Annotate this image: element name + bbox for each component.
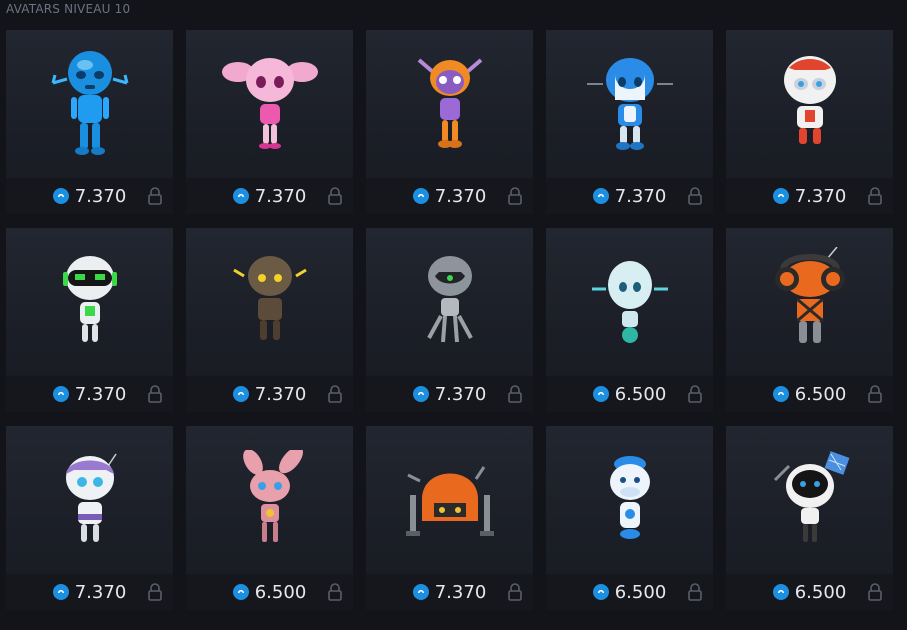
lock-icon [868, 583, 882, 601]
avatar-card[interactable]: 6.500 [546, 228, 713, 412]
price-bar: 7.370 [186, 178, 353, 214]
price-bar: 6.500 [726, 376, 893, 412]
lock-icon [328, 583, 342, 601]
coin-icon [592, 188, 609, 204]
coin-icon [412, 386, 429, 402]
avatar-pink-robot [186, 30, 353, 178]
avatar-card[interactable]: 7.370 [186, 228, 353, 412]
coin-icon [772, 188, 789, 204]
coin-icon [772, 386, 789, 402]
lock-icon [148, 385, 162, 403]
avatar-ice-robot [546, 228, 713, 376]
avatar-card[interactable]: 7.370 [726, 30, 893, 214]
coin-icon [52, 188, 69, 204]
price-bar: 7.370 [6, 178, 173, 214]
lock-icon [508, 385, 522, 403]
price-bar: 6.500 [726, 574, 893, 610]
price-bar: 7.370 [186, 376, 353, 412]
price-text: 6.500 [794, 383, 847, 405]
avatar-dj-headphone-robot [726, 228, 893, 376]
coin-icon [592, 386, 609, 402]
price-text: 7.370 [74, 185, 127, 207]
lock-icon [508, 583, 522, 601]
avatar-card[interactable]: 7.370 [6, 30, 173, 214]
price-text: 7.370 [434, 581, 487, 603]
avatar-blue-chrome-robot [6, 30, 173, 178]
avatar-purple-helmet-robot [6, 426, 173, 574]
lock-icon [868, 187, 882, 205]
price-bar: 7.370 [366, 376, 533, 412]
avatar-card[interactable]: 7.370 [6, 426, 173, 610]
avatar-orange-purple-robot [366, 30, 533, 178]
price-text: 7.370 [434, 185, 487, 207]
coin-icon [52, 584, 69, 600]
price-text: 6.500 [614, 581, 667, 603]
section-title: AVATARS NIVEAU 10 [6, 2, 131, 16]
avatar-red-white-robot [726, 30, 893, 178]
price-text: 7.370 [254, 185, 307, 207]
lock-icon [148, 187, 162, 205]
avatar-card[interactable]: 6.500 [726, 426, 893, 610]
price-text: 7.370 [74, 383, 127, 405]
avatar-silver-alien-robot [366, 228, 533, 376]
price-text: 7.370 [254, 383, 307, 405]
avatar-card[interactable]: 7.370 [546, 30, 713, 214]
avatar-card[interactable]: 6.500 [186, 426, 353, 610]
price-bar: 7.370 [6, 376, 173, 412]
avatar-satellite-robot [726, 426, 893, 574]
price-text: 6.500 [794, 581, 847, 603]
price-text: 7.370 [74, 581, 127, 603]
price-text: 7.370 [434, 383, 487, 405]
price-bar: 6.500 [186, 574, 353, 610]
price-bar: 6.500 [546, 574, 713, 610]
price-text: 7.370 [614, 185, 667, 207]
avatar-card[interactable]: 7.370 [366, 426, 533, 610]
avatar-dome-walker-robot [366, 426, 533, 574]
coin-icon [232, 188, 249, 204]
lock-icon [328, 187, 342, 205]
price-text: 6.500 [614, 383, 667, 405]
coin-icon [412, 584, 429, 600]
avatar-blue-cow-robot [546, 426, 713, 574]
lock-icon [688, 385, 702, 403]
avatar-card[interactable]: 7.370 [366, 228, 533, 412]
avatar-card[interactable]: 7.370 [6, 228, 173, 412]
price-bar: 7.370 [366, 574, 533, 610]
price-text: 6.500 [254, 581, 307, 603]
avatar-card[interactable]: 6.500 [546, 426, 713, 610]
coin-icon [412, 188, 429, 204]
price-bar: 7.370 [546, 178, 713, 214]
coin-icon [592, 584, 609, 600]
coin-icon [772, 584, 789, 600]
coin-icon [52, 386, 69, 402]
avatar-card[interactable]: 7.370 [366, 30, 533, 214]
avatar-green-visor-robot [6, 228, 173, 376]
lock-icon [688, 187, 702, 205]
price-bar: 7.370 [366, 178, 533, 214]
avatar-card[interactable]: 6.500 [726, 228, 893, 412]
avatar-grid: 7.370 7.370 7.370 7.370 7.370 7.370 7.37… [6, 30, 893, 610]
coin-icon [232, 386, 249, 402]
lock-icon [868, 385, 882, 403]
lock-icon [688, 583, 702, 601]
price-bar: 7.370 [726, 178, 893, 214]
price-bar: 6.500 [546, 376, 713, 412]
avatar-blue-white-robot [546, 30, 713, 178]
lock-icon [328, 385, 342, 403]
price-text: 7.370 [794, 185, 847, 207]
lock-icon [148, 583, 162, 601]
avatar-rusty-robot [186, 228, 353, 376]
price-bar: 7.370 [6, 574, 173, 610]
lock-icon [508, 187, 522, 205]
avatar-card[interactable]: 7.370 [186, 30, 353, 214]
coin-icon [232, 584, 249, 600]
avatar-pink-bunny-robot [186, 426, 353, 574]
